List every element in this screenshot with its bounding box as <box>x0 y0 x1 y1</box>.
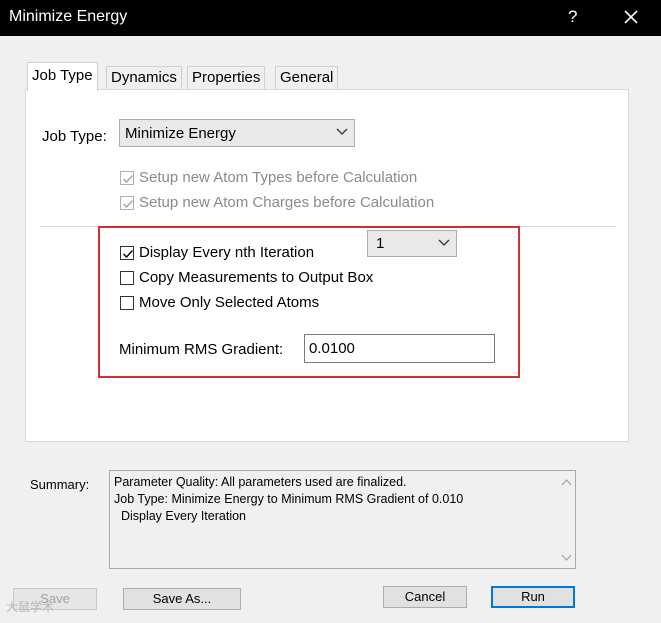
nth-iteration-value: 1 <box>376 235 385 252</box>
display-nth-label: Display Every nth Iteration <box>139 244 315 261</box>
job-type-label: Job Type: <box>42 128 107 145</box>
move-selected-label: Move Only Selected Atoms <box>139 294 320 311</box>
job-type-selected: Minimize Energy <box>125 125 236 142</box>
scroll-arrows-icon <box>561 479 572 561</box>
setup-atom-types-checkbox[interactable] <box>120 171 134 185</box>
summary-line: Display Every Iteration <box>114 509 246 523</box>
help-button[interactable]: ? <box>568 7 577 27</box>
check-icon <box>122 249 134 259</box>
summary-label: Summary: <box>30 477 90 492</box>
title-bar: Minimize Energy ? <box>0 0 661 36</box>
display-nth-checkbox[interactable] <box>120 246 134 260</box>
rms-gradient-label: Minimum RMS Gradient: <box>119 341 284 358</box>
tab-job-type[interactable]: Job Type <box>27 62 98 91</box>
summary-line: Job Type: Minimize Energy to Minimum RMS… <box>114 492 464 506</box>
nth-iteration-select[interactable]: 1 <box>367 230 457 257</box>
setup-atom-charges-checkbox[interactable] <box>120 196 134 210</box>
summary-textbox[interactable]: Parameter Quality: All parameters used a… <box>109 470 576 569</box>
tab-dynamics[interactable]: Dynamics <box>106 66 182 90</box>
run-button[interactable]: Run <box>491 586 575 608</box>
copy-measurements-checkbox[interactable] <box>120 271 134 285</box>
tab-properties[interactable]: Properties <box>187 66 266 90</box>
setup-atom-charges-label: Setup new Atom Charges before Calculatio… <box>139 194 435 211</box>
setup-atom-types-label: Setup new Atom Types before Calculation <box>139 169 418 186</box>
window-title: Minimize Energy <box>9 8 128 25</box>
cancel-button[interactable]: Cancel <box>383 586 467 608</box>
rms-gradient-input[interactable]: 0.0100 <box>304 334 495 363</box>
copy-measurements-label: Copy Measurements to Output Box <box>139 269 374 286</box>
close-icon[interactable] <box>620 6 642 28</box>
summary-scrollbar[interactable] <box>558 471 575 568</box>
summary-line: Parameter Quality: All parameters used a… <box>114 475 407 489</box>
move-selected-checkbox[interactable] <box>120 296 134 310</box>
rms-gradient-value: 0.0100 <box>309 340 355 357</box>
save-as-button[interactable]: Save As... <box>123 588 241 610</box>
check-icon <box>122 199 134 209</box>
chevron-down-icon <box>336 128 348 135</box>
chevron-down-icon <box>438 239 450 246</box>
check-icon <box>122 174 134 184</box>
job-type-select[interactable]: Minimize Energy <box>119 119 355 147</box>
watermark: 大鼠学术 <box>6 600 55 614</box>
tab-general[interactable]: General <box>275 66 339 90</box>
